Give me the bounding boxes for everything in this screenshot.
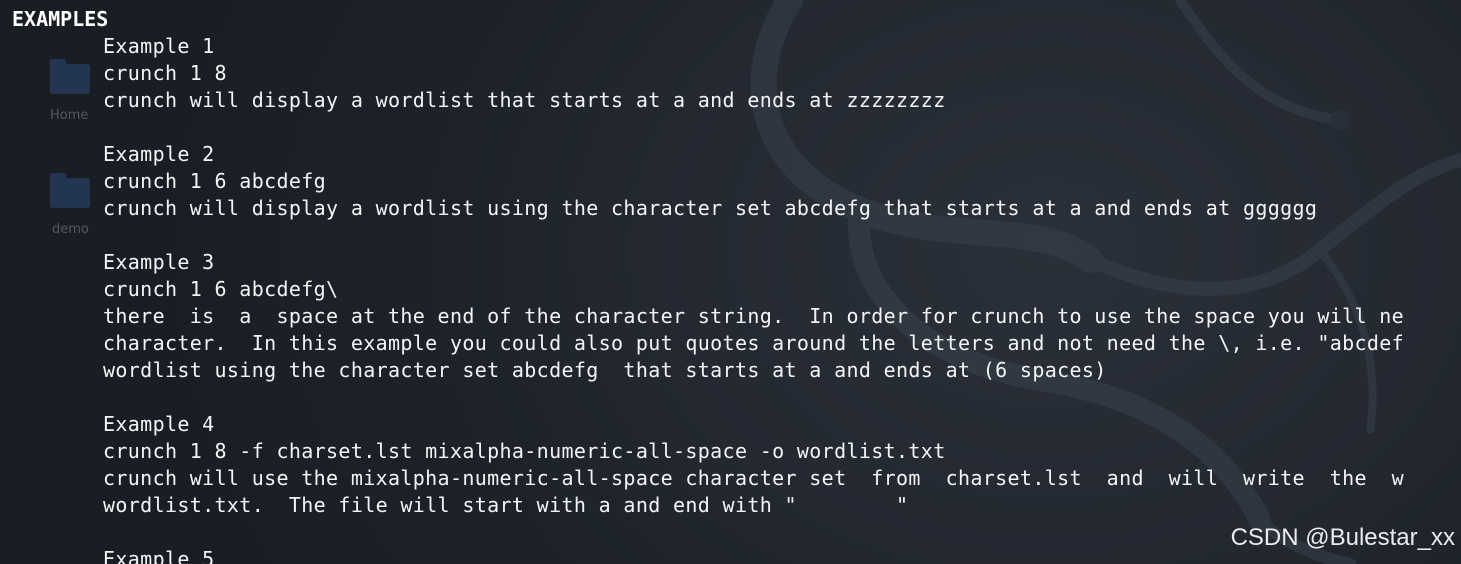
csdn-watermark: CSDN @Bulestar_xx	[1230, 524, 1455, 551]
terminal-line: crunch will display a wordlist that star…	[103, 88, 946, 112]
terminal-line: wordlist using the character set abcdefg…	[103, 358, 1107, 382]
terminal-line: character. In this example you could als…	[103, 331, 1405, 355]
terminal-line: Example 3	[103, 250, 215, 274]
terminal-line: Example 1	[103, 34, 215, 58]
terminal-line: crunch will use the mixalpha-numeric-all…	[103, 466, 1405, 490]
section-header: EXAMPLES	[12, 7, 109, 31]
terminal-line: crunch will display a wordlist using the…	[103, 196, 1318, 220]
terminal-line: Example 4	[103, 412, 215, 436]
terminal-line: wordlist.txt. The file will start with a…	[103, 493, 909, 517]
terminal-line: crunch 1 6 abcdefg\	[103, 277, 339, 301]
terminal-line: crunch 1 8	[103, 61, 227, 85]
terminal-line: Example 5	[103, 547, 215, 564]
terminal-line: Example 2	[103, 142, 215, 166]
terminal-output[interactable]: EXAMPLES Example 1 crunch 1 8 crunch wil…	[0, 0, 1461, 564]
terminal-line: there is a space at the end of the chara…	[103, 304, 1405, 328]
terminal-line: crunch 1 6 abcdefg	[103, 169, 327, 193]
terminal-line: crunch 1 8 -f charset.lst mixalpha-numer…	[103, 439, 946, 463]
